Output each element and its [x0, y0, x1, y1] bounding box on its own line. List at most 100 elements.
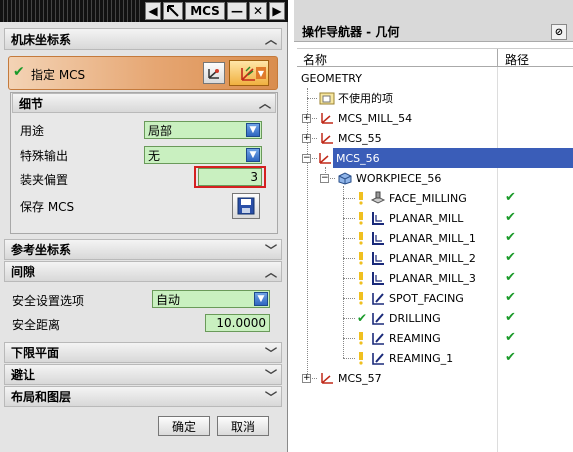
section-layout-layers-label: 布局和图层: [11, 390, 72, 404]
tree-item-planar-mill[interactable]: PLANAR_MILL ✔: [297, 208, 573, 228]
path-check-icon: ✔: [505, 330, 516, 345]
section-reference-csys-label: 参考坐标系: [11, 243, 72, 257]
warning-bulb-icon: [357, 291, 367, 305]
tree-item-face-milling[interactable]: FACE_MILLING ✔: [297, 188, 573, 208]
warning-bulb-icon: [357, 351, 367, 365]
special-output-select[interactable]: 无 ▼: [144, 146, 262, 164]
tree-item-mcs-57[interactable]: + MCS_57: [297, 368, 573, 388]
expand-toggle[interactable]: +: [302, 134, 311, 143]
section-avoidance[interactable]: 避让 ﹀: [4, 364, 282, 385]
drill-operation-icon: [370, 331, 386, 345]
mcs-axis-icon: [319, 131, 335, 145]
tree-item-mcs-56[interactable]: − MCS_56: [297, 148, 573, 168]
purpose-label: 用途: [20, 124, 45, 138]
collapse-chevron-icon[interactable]: ︿: [265, 31, 277, 48]
tree-item-mcs-55[interactable]: + MCS_55: [297, 128, 573, 148]
prev-button[interactable]: ◀: [145, 2, 161, 20]
csys-dialog-button[interactable]: [203, 62, 225, 84]
face-milling-icon: [370, 191, 386, 205]
collapse-chevron-icon[interactable]: ︿: [259, 95, 271, 112]
mcs-axis-icon: [319, 371, 335, 385]
tree-item-label: PLANAR_MILL_1: [389, 231, 476, 245]
collapse-toggle[interactable]: −: [320, 174, 329, 183]
cancel-button[interactable]: 取消: [217, 416, 269, 436]
navigator-topbar: [294, 0, 573, 22]
expand-toggle[interactable]: +: [302, 374, 311, 383]
tree-root-geometry[interactable]: GEOMETRY: [297, 68, 573, 88]
column-path[interactable]: 路径: [505, 51, 529, 68]
fixture-offset-label: 装夹偏置: [20, 173, 69, 187]
tree-item-label: PLANAR_MILL_2: [389, 251, 476, 265]
tree-line: [343, 258, 355, 259]
column-divider[interactable]: [497, 49, 498, 67]
tree-item-planar-mill-3[interactable]: PLANAR_MILL_3 ✔: [297, 268, 573, 288]
warning-bulb-icon: [357, 331, 367, 345]
tree-item-mcs-mill-54[interactable]: + MCS_MILL_54: [297, 108, 573, 128]
expand-chevron-icon[interactable]: ﹀: [265, 241, 277, 258]
close-button[interactable]: ✕: [249, 2, 267, 20]
path-check-icon: ✔: [505, 270, 516, 285]
tree-item-planar-mill-1[interactable]: PLANAR_MILL_1 ✔: [297, 228, 573, 248]
expand-chevron-icon[interactable]: ﹀: [265, 366, 277, 383]
tree-line: [307, 98, 317, 99]
safety-distance-label: 安全距离: [12, 318, 61, 332]
navigator-title-bar: 操作导航器 - 几何 ⊘: [294, 22, 573, 42]
path-check-icon: ✔: [505, 310, 516, 325]
expand-chevron-icon[interactable]: ﹀: [265, 388, 277, 405]
dropdown-arrow-icon[interactable]: ▼: [246, 148, 260, 162]
tree-line: [343, 298, 355, 299]
safety-option-select[interactable]: 自动 ▼: [152, 290, 270, 308]
specify-mcs-row[interactable]: ✔ 指定 MCS ▼: [8, 56, 278, 90]
tree-line: [343, 338, 355, 339]
tree-item-unused[interactable]: 不使用的项: [297, 88, 573, 108]
tree-line: [343, 238, 355, 239]
section-layout-layers[interactable]: 布局和图层 ﹀: [4, 386, 282, 407]
warning-bulb-icon: [357, 271, 367, 285]
titlebar-grip[interactable]: [0, 0, 140, 22]
tree-item-drilling[interactable]: ✔ DRILLING ✔: [297, 308, 573, 328]
collapse-chevron-icon[interactable]: ︿: [265, 263, 277, 280]
fixture-offset-input[interactable]: 3: [198, 168, 262, 186]
section-clearance-label: 间隙: [11, 265, 36, 279]
section-clearance[interactable]: 间隙 ︿: [4, 261, 282, 282]
safety-distance-input[interactable]: 10.0000: [205, 314, 270, 332]
save-mcs-button[interactable]: [232, 193, 260, 219]
tree-item-reaming-1[interactable]: REAMING_1 ✔: [297, 348, 573, 368]
details-header-label: 细节: [19, 96, 44, 111]
tree-item-reaming[interactable]: REAMING ✔: [297, 328, 573, 348]
expand-chevron-icon[interactable]: ﹀: [265, 344, 277, 361]
dialog-titlebar[interactable]: ◀ MCS — ✕ ▶: [0, 0, 288, 22]
dropdown-arrow-icon[interactable]: ▼: [254, 292, 268, 306]
ok-button[interactable]: 确定: [158, 416, 210, 436]
path-check-icon: ✔: [505, 290, 516, 305]
tree-line: [343, 358, 355, 359]
tree-item-label: MCS_56: [334, 150, 382, 166]
tree-item-spot-facing[interactable]: SPOT_FACING ✔: [297, 288, 573, 308]
section-machine-csys[interactable]: 机床坐标系 ︿: [4, 28, 282, 50]
tree-line: [343, 198, 355, 199]
tree-item-label: SPOT_FACING: [389, 291, 464, 305]
dropdown-arrow-icon[interactable]: ▼: [246, 123, 260, 137]
safety-option-label: 安全设置选项: [12, 294, 85, 308]
warning-bulb-icon: [357, 251, 367, 265]
next-button[interactable]: ▶: [269, 2, 285, 20]
tree-item-label: REAMING_1: [389, 351, 454, 365]
collapse-toggle[interactable]: −: [302, 154, 311, 163]
tree-item-workpiece-56[interactable]: − WORKPIECE_56: [297, 168, 573, 188]
pin-icon[interactable]: ⊘: [551, 24, 567, 40]
section-reference-csys[interactable]: 参考坐标系 ﹀: [4, 239, 282, 260]
section-machine-csys-label: 机床坐标系: [11, 32, 72, 47]
minimize-button[interactable]: —: [227, 2, 247, 20]
planar-mill-icon: [370, 251, 386, 265]
tree-item-label: WORKPIECE_56: [356, 171, 442, 185]
purpose-select[interactable]: 局部 ▼: [144, 121, 262, 139]
tree-item-planar-mill-2[interactable]: PLANAR_MILL_2 ✔: [297, 248, 573, 268]
dropdown-arrow-icon[interactable]: ▼: [256, 67, 266, 79]
save-mcs-label: 保存 MCS: [20, 200, 75, 214]
csys-inferred-button[interactable]: ▼: [229, 60, 269, 86]
section-lower-limit[interactable]: 下限平面 ﹀: [4, 342, 282, 363]
details-header[interactable]: 细节 ︿: [12, 93, 276, 113]
expand-toggle[interactable]: +: [302, 114, 311, 123]
tree-item-label: MCS_55: [338, 131, 382, 145]
column-name[interactable]: 名称: [303, 51, 327, 68]
